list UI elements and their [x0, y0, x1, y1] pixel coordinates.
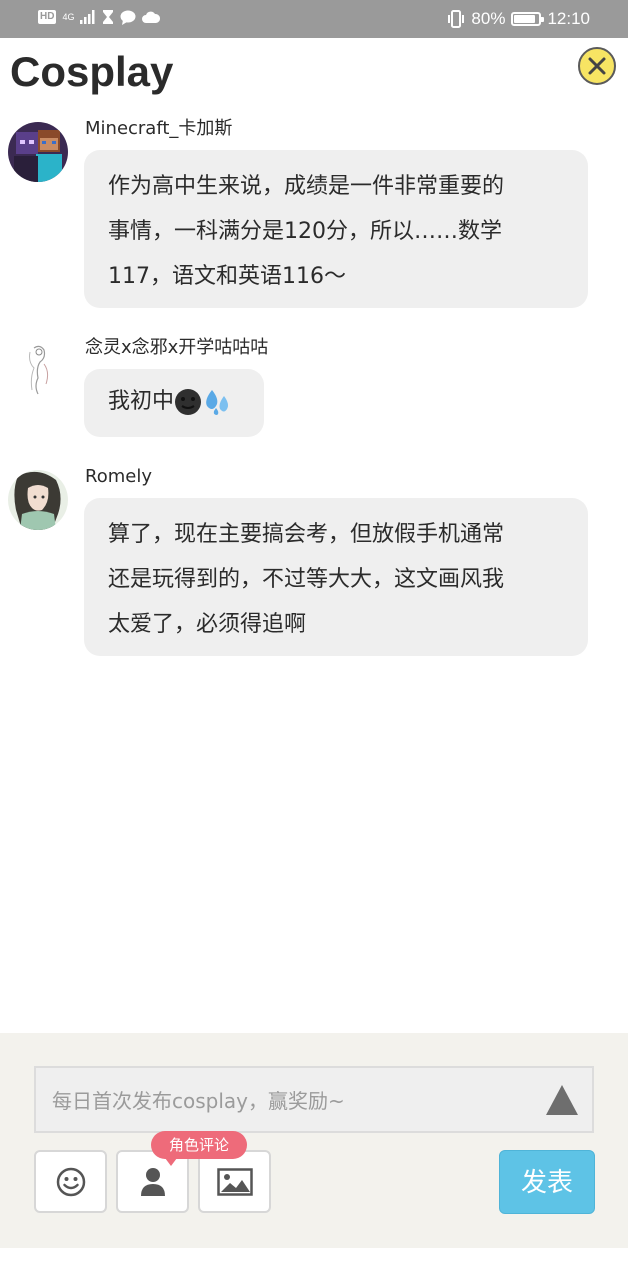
battery-icon [511, 12, 545, 26]
status-bar-left: HD 4G [38, 9, 161, 25]
comment-input[interactable]: 每日首次发布cosplay，赢奖励~ [34, 1066, 594, 1133]
message-icon [120, 10, 136, 25]
vibrate-icon [448, 10, 465, 28]
avatar[interactable] [8, 122, 68, 182]
status-bar-right: 80% 12:10 [447, 8, 590, 30]
image-icon [216, 1167, 253, 1196]
comment-bubble[interactable]: 算了，现在主要搞会考，但放假手机通常 还是玩得到的，不过等大大，这文画风我 太爱… [84, 498, 588, 656]
comment-line: 太爱了，必须得追啊 [108, 612, 307, 637]
page-title: Cosplay [10, 48, 174, 95]
role-comment-tag[interactable]: 角色评论 [151, 1131, 247, 1166]
sweat-droplets-emoji [206, 390, 229, 415]
post-button[interactable]: 发表 [499, 1150, 595, 1214]
image-button[interactable] [198, 1150, 271, 1213]
close-button[interactable] [578, 47, 616, 85]
close-icon [588, 57, 606, 75]
cloud-icon [142, 11, 161, 23]
comment-line: 算了，现在主要搞会考，但放假手机通常 [108, 522, 505, 547]
status-bar: HD 4G 80% 12:10 [0, 0, 628, 38]
comment-item: 念灵x念邪x开学咕咕咕 我初中 [0, 336, 628, 440]
dark-moon-face-emoji [175, 389, 202, 415]
comment-line: 作为高中生来说，成绩是一件非常重要的 [108, 174, 505, 199]
composer-panel: 每日首次发布cosplay，赢奖励~ 角色评论 发表 [0, 1033, 628, 1248]
role-comment-button[interactable] [116, 1150, 189, 1213]
comment-line: 还是玩得到的，不过等大大，这文画风我 [108, 567, 505, 592]
avatar[interactable] [8, 338, 68, 398]
hd-indicator: HD [38, 10, 57, 24]
sketch-avatar-icon [8, 338, 68, 398]
comment-bubble[interactable]: 我初中 [84, 369, 264, 437]
comment-bubble[interactable]: 作为高中生来说，成绩是一件非常重要的 事情，一科满分是120分，所以……数学 1… [84, 150, 588, 308]
battery-percent: 80% [471, 9, 506, 28]
triangle-send-icon[interactable] [546, 1085, 578, 1115]
hourglass-icon [103, 10, 114, 24]
comment-item: Minecraft_卡加斯 作为高中生来说，成绩是一件非常重要的 事情，一科满分… [0, 118, 628, 313]
network-type: 4G [62, 11, 75, 22]
comment-line: 117，语文和英语116～ [108, 264, 346, 289]
avatar[interactable] [8, 470, 68, 530]
person-icon [140, 1167, 165, 1196]
comment-username[interactable]: 念灵x念邪x开学咕咕咕 [85, 336, 268, 360]
comment-username[interactable]: Romely [85, 465, 152, 489]
emoji-button[interactable] [34, 1150, 107, 1213]
comment-text: 我初中 [108, 389, 175, 414]
signal-icon [80, 10, 95, 24]
comment-line: 事情，一科满分是120分，所以……数学 [108, 219, 502, 244]
anime-girl-avatar-icon [8, 470, 68, 530]
clock: 12:10 [547, 9, 590, 28]
comment-item: Romely 算了，现在主要搞会考，但放假手机通常 还是玩得到的，不过等大大，这… [0, 464, 628, 659]
comment-username[interactable]: Minecraft_卡加斯 [85, 117, 232, 141]
minecraft-avatar-icon [8, 122, 68, 182]
comment-input-placeholder: 每日首次发布cosplay，赢奖励~ [52, 1089, 345, 1113]
battery-level-fill [514, 15, 536, 23]
smiley-icon [56, 1167, 85, 1196]
